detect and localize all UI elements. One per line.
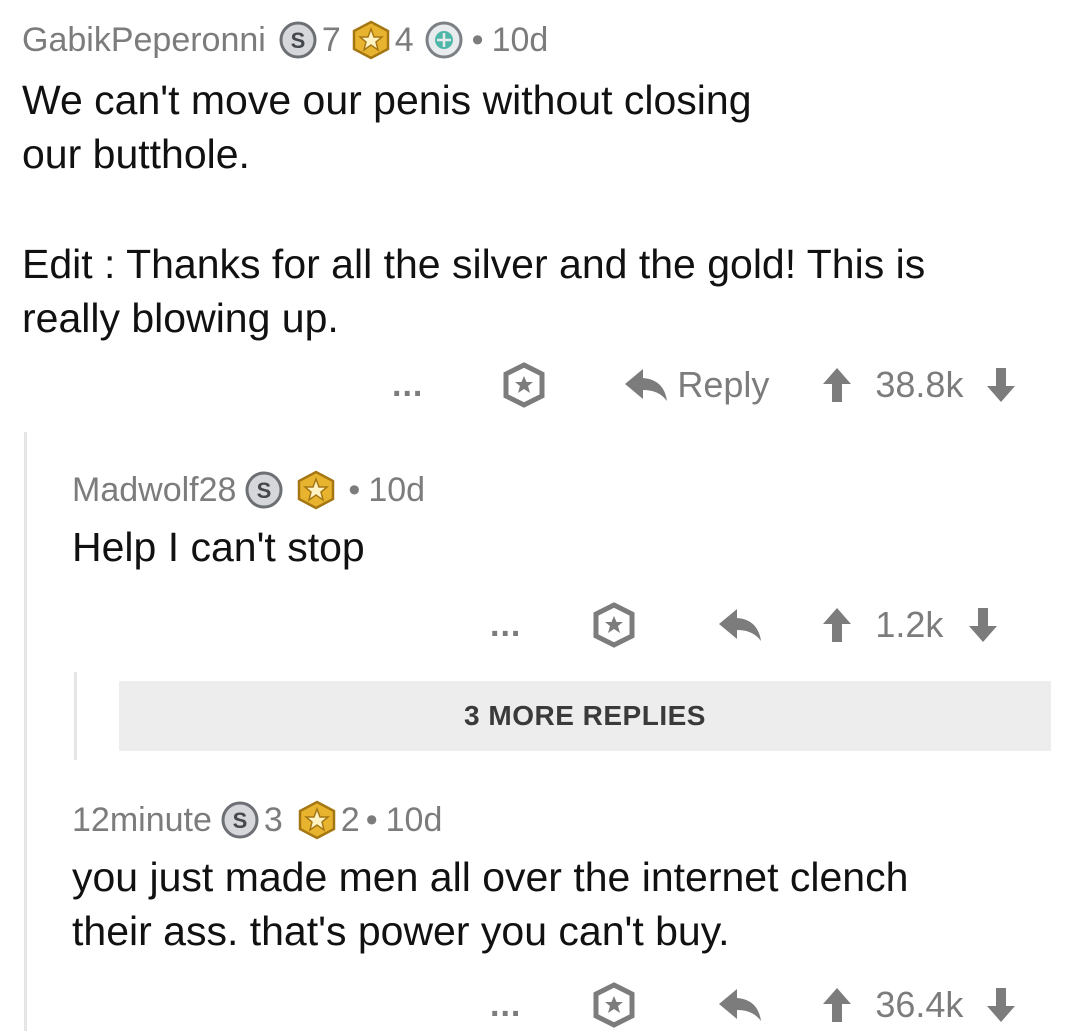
score: 38.8k	[875, 364, 964, 405]
comment-line	[22, 181, 925, 237]
comment-meta: GabikPeperonni S 7 4 • 10d	[22, 20, 548, 60]
comment-body: Help I can't stop	[72, 520, 365, 574]
comment-actions: ... Reply 38.8k	[392, 362, 1017, 408]
silver-count: 7	[321, 20, 341, 59]
thread-line[interactable]	[24, 432, 27, 1031]
comment-actions: ... 36.4k	[490, 982, 1017, 1028]
more-options-button[interactable]: ...	[392, 366, 423, 405]
silver-count: 3	[263, 800, 283, 839]
gold-count: 2	[340, 800, 360, 839]
silver-award-icon: S	[220, 800, 260, 840]
username[interactable]: 12minute	[72, 801, 212, 840]
upvote-arrow-icon[interactable]	[821, 366, 853, 404]
comment-line: really blowing up.	[22, 295, 339, 341]
separator: •	[471, 20, 484, 59]
comment-line: Edit : Thanks for all the silver and the…	[22, 241, 926, 287]
reply-button[interactable]: Reply	[677, 364, 769, 406]
platinum-award-icon	[424, 20, 464, 60]
give-award-icon[interactable]	[501, 362, 547, 408]
gold-count: 4	[394, 20, 414, 59]
upvote-arrow-icon[interactable]	[821, 606, 853, 644]
silver-award-icon: S	[244, 470, 284, 510]
give-award-icon[interactable]	[591, 982, 637, 1028]
downvote-arrow-icon[interactable]	[967, 606, 999, 644]
more-options-button[interactable]: ...	[490, 986, 521, 1025]
timestamp: 10d	[368, 470, 426, 509]
upvote-arrow-icon[interactable]	[821, 986, 853, 1024]
comment-line: you just made men all over the internet …	[72, 854, 909, 900]
gold-award-icon	[296, 470, 336, 510]
username[interactable]: GabikPeperonni	[22, 21, 266, 60]
svg-text:S: S	[257, 478, 272, 503]
comment-body: you just made men all over the internet …	[72, 850, 908, 958]
separator: •	[365, 800, 378, 839]
svg-text:S: S	[290, 28, 305, 53]
comment-meta: Madwolf28 S • 10d	[72, 470, 425, 510]
comment-line: their ass. that's power you can't buy.	[72, 908, 730, 954]
comment-line: We can't move our penis without closing	[22, 77, 752, 123]
reply-arrow-icon[interactable]	[717, 985, 763, 1025]
downvote-arrow-icon[interactable]	[985, 986, 1017, 1024]
score: 1.2k	[875, 604, 944, 645]
downvote-arrow-icon[interactable]	[985, 366, 1017, 404]
comment-line: Help I can't stop	[72, 524, 365, 570]
comment-actions: ... 1.2k	[490, 602, 999, 648]
gold-award-icon	[297, 800, 337, 840]
timestamp: 10d	[491, 20, 549, 59]
reply-arrow-icon[interactable]	[623, 365, 669, 405]
gold-award-icon	[351, 20, 391, 60]
comment-line: our butthole.	[22, 131, 250, 177]
comment-body: We can't move our penis without closing …	[22, 73, 925, 345]
score: 36.4k	[875, 984, 964, 1025]
give-award-icon[interactable]	[591, 602, 637, 648]
svg-text:S: S	[233, 808, 248, 833]
more-replies-button[interactable]: 3 MORE REPLIES	[119, 681, 1051, 751]
more-options-button[interactable]: ...	[490, 606, 521, 645]
more-replies-label: 3 MORE REPLIES	[464, 700, 706, 731]
timestamp: 10d	[385, 800, 443, 839]
separator: •	[348, 470, 361, 509]
reply-arrow-icon[interactable]	[717, 605, 763, 645]
comment-meta: 12minute S 3 2 • 10d	[72, 800, 442, 840]
thread-line[interactable]	[74, 672, 77, 760]
silver-award-icon: S	[278, 20, 318, 60]
username[interactable]: Madwolf28	[72, 471, 236, 510]
